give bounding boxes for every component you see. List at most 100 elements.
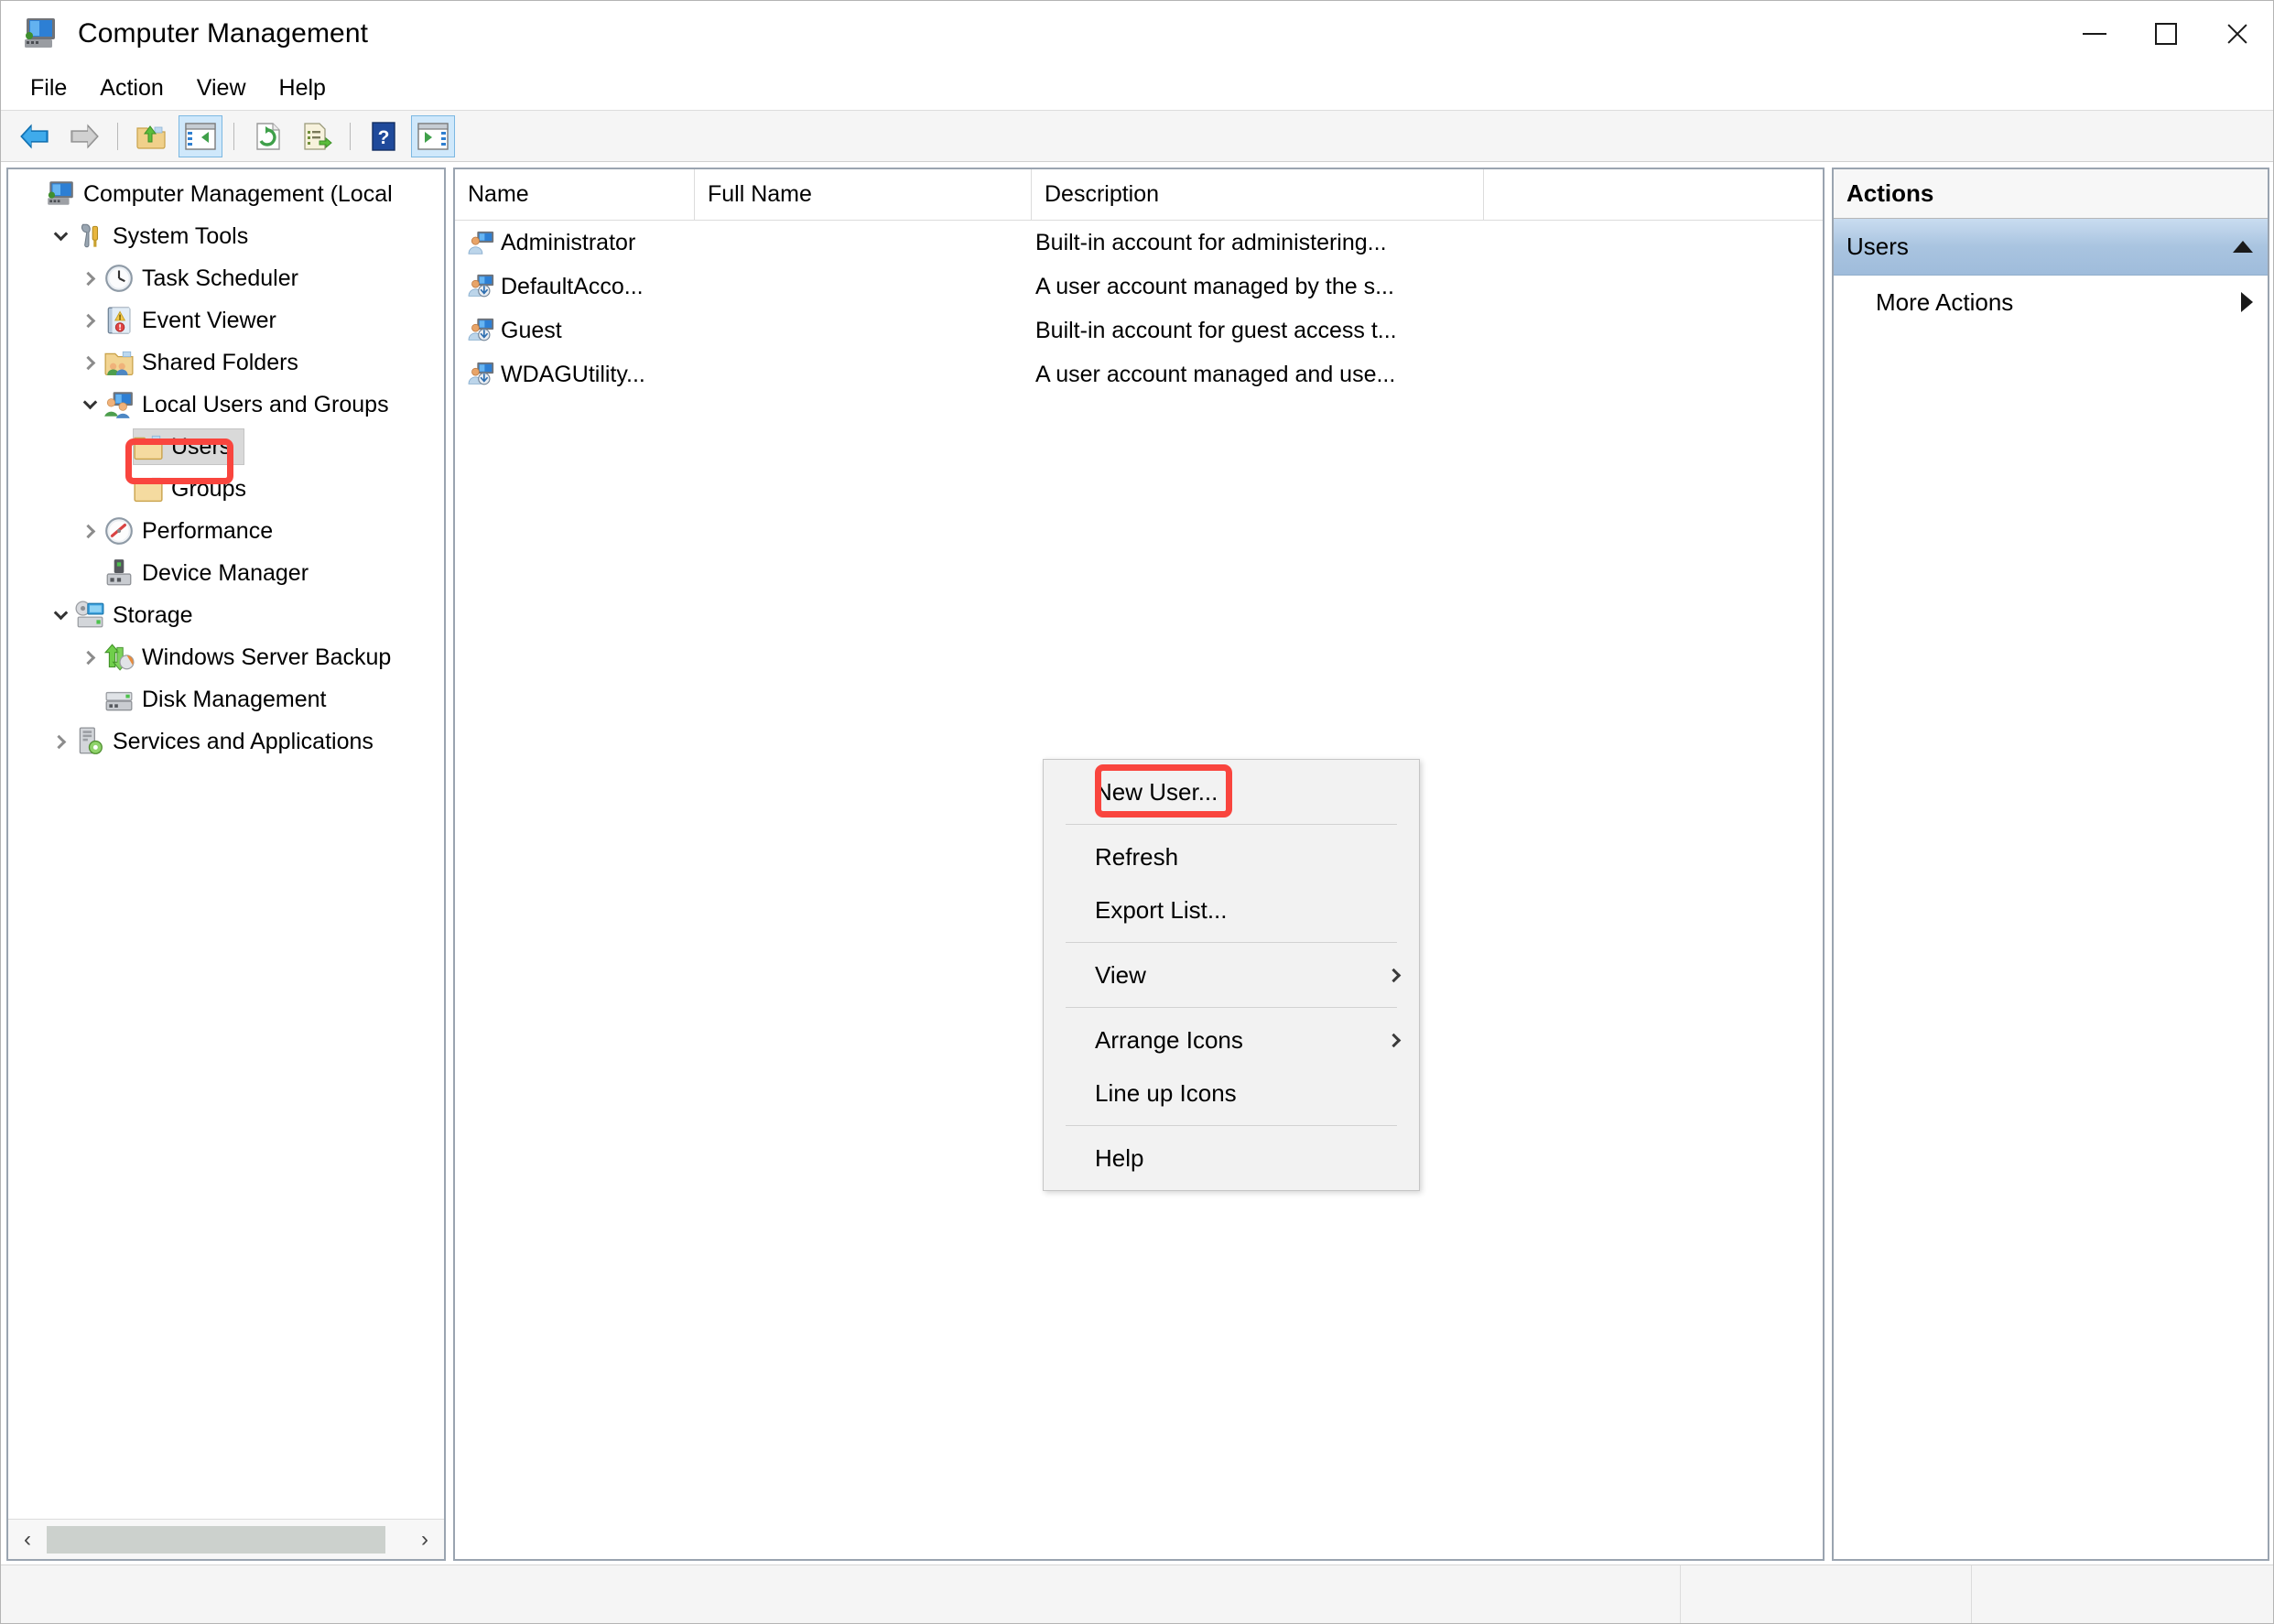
- context-menu-separator: [1066, 824, 1397, 825]
- table-row[interactable]: Administrator Built-in account for admini…: [455, 221, 1823, 265]
- status-bar: [1, 1564, 2273, 1623]
- context-menu-item-help[interactable]: Help: [1044, 1131, 1419, 1185]
- window-title: Computer Management: [78, 18, 369, 49]
- up-one-level-icon[interactable]: [129, 115, 173, 157]
- user-account-disabled-icon: [468, 361, 495, 388]
- tree-item-label: Task Scheduler: [142, 265, 298, 291]
- actions-header: Actions: [1834, 169, 2268, 219]
- table-row[interactable]: Guest Built-in account for guest access t…: [455, 309, 1823, 352]
- cell-description: A user account managed by the s...: [1035, 273, 1394, 299]
- context-menu-item-label: New User...: [1095, 777, 1218, 806]
- scroll-thumb[interactable]: [47, 1525, 385, 1554]
- context-menu-item-export-list[interactable]: Export List...: [1044, 883, 1419, 937]
- tree-horizontal-scrollbar[interactable]: ‹ ›: [8, 1519, 444, 1559]
- chevron-right-icon[interactable]: [76, 517, 103, 545]
- scroll-left-arrow-icon[interactable]: ‹: [8, 1521, 47, 1559]
- computer-management-window: Computer Management File Action View Hel…: [0, 0, 2274, 1624]
- export-list-icon[interactable]: [295, 115, 339, 157]
- chevron-right-icon[interactable]: [76, 307, 103, 334]
- tree-item-label: System Tools: [113, 222, 249, 249]
- actions-group-users[interactable]: Users: [1834, 219, 2268, 276]
- menu-file[interactable]: File: [14, 71, 83, 105]
- scroll-right-arrow-icon[interactable]: ›: [406, 1521, 444, 1559]
- close-icon: [2225, 21, 2250, 47]
- context-menu-item-label: Arrange Icons: [1095, 1025, 1243, 1054]
- submenu-chevron-right-icon: [1386, 968, 1402, 982]
- tree-item-disk-management[interactable]: Disk Management: [8, 678, 444, 720]
- status-segment-3: [1972, 1565, 2273, 1623]
- tree-item-storage[interactable]: Storage: [8, 594, 444, 636]
- tree-item-computer-management-local[interactable]: Computer Management (Local: [8, 173, 444, 215]
- user-account-disabled-icon: [468, 273, 495, 300]
- forward-arrow-icon[interactable]: [62, 115, 106, 157]
- menu-view[interactable]: View: [180, 71, 263, 105]
- cell-name-text: DefaultAcco...: [501, 273, 644, 299]
- tree-item-local-users-and-groups[interactable]: Local Users and Groups: [8, 384, 444, 426]
- tree-item-users[interactable]: Users: [8, 426, 444, 468]
- context-menu-item-new-user[interactable]: New User...: [1044, 765, 1419, 818]
- scroll-track[interactable]: [47, 1521, 406, 1559]
- back-arrow-icon[interactable]: [13, 115, 57, 157]
- actions-group-label: Users: [1846, 233, 1909, 260]
- tree-item-performance[interactable]: Performance: [8, 510, 444, 552]
- minimize-button[interactable]: [2059, 1, 2130, 67]
- table-row[interactable]: WDAGUtility... A user account managed and…: [455, 352, 1823, 396]
- cell-name: Administrator: [455, 229, 695, 256]
- actions-item-label: More Actions: [1876, 287, 2014, 316]
- cell-name-text: WDAGUtility...: [501, 361, 645, 387]
- tree-item-label: Disk Management: [142, 686, 327, 712]
- chevron-right-icon[interactable]: [76, 265, 103, 292]
- chevron-right-icon[interactable]: [76, 644, 103, 671]
- column-header-description[interactable]: Description: [1032, 168, 1484, 221]
- cell-name: DefaultAcco...: [455, 273, 695, 300]
- folder-icon: [133, 431, 164, 462]
- tree-item-label: Event Viewer: [142, 307, 276, 333]
- tree-item-shared-folders[interactable]: Shared Folders: [8, 341, 444, 384]
- show-hide-action-pane-icon[interactable]: [411, 114, 455, 157]
- console-tree[interactable]: Computer Management (Local System Tools Ta…: [8, 169, 444, 1519]
- context-menu-item-refresh[interactable]: Refresh: [1044, 830, 1419, 883]
- maximize-button[interactable]: [2130, 1, 2202, 67]
- column-header-name[interactable]: Name: [455, 168, 695, 221]
- toolbar-separator: [117, 122, 118, 150]
- collapse-triangle-up-icon[interactable]: [2233, 241, 2253, 253]
- help-icon[interactable]: ?: [362, 115, 406, 157]
- cell-name-text: Administrator: [501, 229, 636, 255]
- menu-action[interactable]: Action: [83, 71, 179, 105]
- context-menu-item-label: Line up Icons: [1095, 1078, 1237, 1107]
- tree-indent-spacer: [76, 559, 103, 587]
- cell-description: Built-in account for administering...: [1035, 229, 1387, 255]
- tree-item-label: Shared Folders: [142, 349, 298, 375]
- actions-pane: Actions Users More Actions: [1832, 168, 2269, 1561]
- context-menu-item-line-up-icons[interactable]: Line up Icons: [1044, 1066, 1419, 1120]
- actions-item-more-actions[interactable]: More Actions: [1834, 276, 2268, 329]
- maximize-icon: [2155, 23, 2177, 45]
- list-column-headers: Name Full Name Description: [455, 168, 1823, 221]
- storage-icon: [74, 600, 105, 631]
- show-hide-console-tree-icon[interactable]: [179, 114, 222, 157]
- local-users-groups-icon: [103, 389, 135, 420]
- chevron-down-icon[interactable]: [47, 601, 74, 629]
- table-row[interactable]: DefaultAcco... A user account managed by …: [455, 265, 1823, 309]
- context-menu-item-arrange-icons[interactable]: Arrange Icons: [1044, 1013, 1419, 1066]
- tree-item-groups[interactable]: Groups: [8, 468, 444, 510]
- tree-item-task-scheduler[interactable]: Task Scheduler: [8, 257, 444, 299]
- context-menu-item-label: Help: [1095, 1143, 1144, 1172]
- chevron-down-icon[interactable]: [47, 222, 74, 250]
- tree-item-system-tools[interactable]: System Tools: [8, 215, 444, 257]
- close-button[interactable]: [2202, 1, 2273, 67]
- tree-item-device-manager[interactable]: Device Manager: [8, 552, 444, 594]
- tree-item-event-viewer[interactable]: Event Viewer: [8, 299, 444, 341]
- column-header-full-name[interactable]: Full Name: [695, 168, 1032, 221]
- context-menu-item-view[interactable]: View: [1044, 948, 1419, 1001]
- event-viewer-icon: [103, 305, 135, 336]
- users-context-menu[interactable]: New User... Refresh Export List... View Arra…: [1043, 759, 1420, 1191]
- title-bar: Computer Management: [1, 1, 2273, 67]
- refresh-icon[interactable]: [245, 115, 289, 157]
- chevron-right-icon[interactable]: [47, 728, 74, 755]
- chevron-down-icon[interactable]: [76, 391, 103, 418]
- tree-item-services-and-applications[interactable]: Services and Applications: [8, 720, 444, 763]
- menu-help[interactable]: Help: [263, 71, 342, 105]
- tree-item-windows-server-backup[interactable]: Windows Server Backup: [8, 636, 444, 678]
- chevron-right-icon[interactable]: [76, 349, 103, 376]
